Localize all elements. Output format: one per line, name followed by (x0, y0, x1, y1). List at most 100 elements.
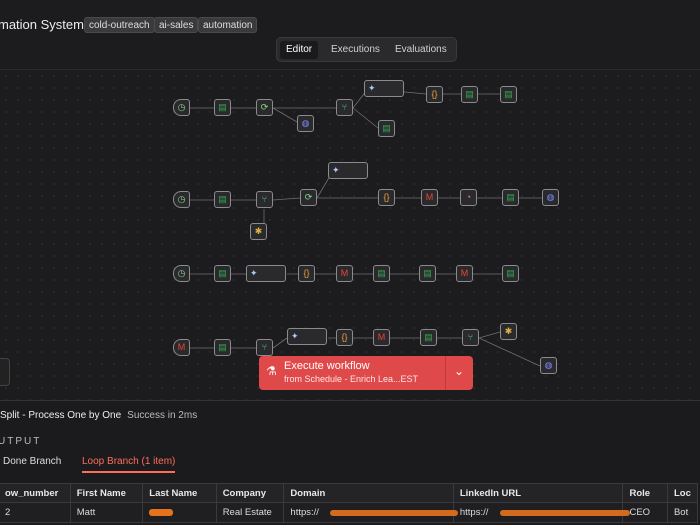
sheets-icon: ▤ (377, 268, 386, 278)
sheets-icon: ▤ (506, 192, 515, 202)
connection-wires (190, 89, 542, 367)
cell-location: Bot (666, 502, 699, 523)
sheets-node[interactable]: ▤ (378, 120, 395, 137)
schedule-trigger-node[interactable]: ◷ (173, 99, 190, 116)
tab-executions[interactable]: Executions (325, 41, 386, 59)
ai-message-node[interactable]: ✦ (287, 328, 327, 345)
ai-message-node[interactable]: ✦ (246, 265, 286, 282)
gmail-node[interactable]: M (421, 189, 438, 206)
tab-loop-branch[interactable]: Loop Branch (1 item) (82, 456, 176, 473)
sheets-node[interactable]: ▤ (502, 265, 519, 282)
code-node[interactable]: {} (378, 189, 395, 206)
globe-icon: ◍ (544, 360, 553, 370)
sheets-node[interactable]: ▤ (214, 265, 231, 282)
sheets-icon: ▤ (424, 332, 433, 342)
tag-cold-outreach[interactable]: cold-outreach (84, 17, 155, 33)
slack-node[interactable]: ✱ (250, 223, 267, 240)
schedule-trigger-node[interactable]: ◷ (173, 265, 190, 282)
wait-icon: ◔ (465, 192, 472, 202)
wait-node[interactable]: ◔ (460, 189, 477, 206)
domain-redaction-mark (330, 510, 458, 516)
sheets-node[interactable]: ▤ (420, 329, 437, 346)
top-bar: mation System cold-outreach ai-sales aut… (0, 0, 700, 70)
if-node[interactable]: ⑂ (256, 191, 273, 208)
canvas-side-handle[interactable] (0, 358, 10, 386)
ai-message-node[interactable]: ✦ (328, 162, 368, 179)
chevron-down-icon[interactable]: ⌄ (454, 364, 464, 378)
sheets-icon: ▤ (465, 89, 474, 99)
gmail-icon: M (177, 342, 186, 352)
clock-icon: ◷ (177, 194, 186, 204)
split-node[interactable]: ⟳ (300, 189, 317, 206)
button-divider (445, 356, 446, 390)
http-node[interactable]: ◍ (297, 115, 314, 132)
split-node[interactable]: ⟳ (256, 99, 273, 116)
sheets-icon: ▤ (504, 89, 513, 99)
sheets-node[interactable]: ▤ (500, 86, 517, 103)
sheets-node[interactable]: ▤ (502, 189, 519, 206)
col-row-number: ow_number (0, 483, 71, 503)
tag-automation[interactable]: automation (198, 17, 258, 33)
gmail-node[interactable]: M (336, 265, 353, 282)
sheets-icon: ▤ (382, 123, 391, 133)
col-role: Role (622, 483, 668, 503)
ai-message-node[interactable]: ✦ (364, 80, 404, 97)
col-last-name: Last Name (142, 483, 217, 503)
gmail-node[interactable]: M (373, 329, 390, 346)
branch-icon: ⑂ (341, 102, 348, 112)
branch-icon: ⑂ (467, 332, 474, 342)
gmail-icon: M (425, 192, 434, 202)
col-first-name: First Name (69, 483, 144, 503)
code-node[interactable]: {} (426, 86, 443, 103)
sheets-icon: ▤ (218, 102, 227, 112)
sheets-icon: ▤ (218, 268, 227, 278)
http-node[interactable]: ◍ (540, 357, 557, 374)
code-icon: {} (383, 192, 390, 202)
schedule-trigger-node[interactable]: ◷ (173, 191, 190, 208)
loop-icon: ⟳ (304, 192, 313, 202)
sparkle-icon: ✦ (250, 268, 258, 278)
tab-evaluations[interactable]: Evaluations (389, 41, 453, 59)
slack-node[interactable]: ✱ (500, 323, 517, 340)
run-status: Success in 2ms (127, 410, 198, 421)
cell-row-number: 2 (0, 502, 71, 523)
sheets-icon: ▤ (506, 268, 515, 278)
slack-icon: ✱ (254, 226, 263, 236)
col-domain: Domain (283, 483, 454, 503)
output-heading: UTPUT (0, 436, 42, 447)
tag-ai-sales[interactable]: ai-sales (154, 17, 199, 33)
http-node[interactable]: ◍ (542, 189, 559, 206)
if-node[interactable]: ⑂ (256, 339, 273, 356)
sheets-node[interactable]: ▤ (419, 265, 436, 282)
sheets-node[interactable]: ▤ (214, 191, 231, 208)
code-node[interactable]: {} (298, 265, 315, 282)
globe-icon: ◍ (301, 118, 310, 128)
if-node[interactable]: ⑂ (462, 329, 479, 346)
gmail-icon: M (460, 268, 469, 278)
sparkle-icon: ✦ (291, 331, 299, 341)
clock-icon: ◷ (177, 102, 186, 112)
clock-icon: ◷ (177, 268, 186, 278)
gmail-node[interactable]: M (456, 265, 473, 282)
gmail-trigger-node[interactable]: M (173, 339, 190, 356)
if-node[interactable]: ⑂ (336, 99, 353, 116)
sheets-node[interactable]: ▤ (214, 339, 231, 356)
workflow-title[interactable]: mation System (0, 17, 84, 32)
cell-first-name: Matt (69, 502, 144, 523)
branch-icon: ⑂ (261, 342, 268, 352)
code-node[interactable]: {} (336, 329, 353, 346)
sheets-icon: ▤ (218, 342, 227, 352)
execute-workflow-button[interactable]: ⚗ Execute workflow from Schedule - Enric… (259, 356, 473, 390)
tab-editor[interactable]: Editor (280, 41, 319, 59)
tab-done-branch[interactable]: Done Branch (3, 456, 61, 467)
sparkle-icon: ✦ (368, 83, 376, 93)
sheets-node[interactable]: ▤ (373, 265, 390, 282)
sheets-node[interactable]: ▤ (214, 99, 231, 116)
redaction-mark (149, 508, 174, 516)
loop-icon: ⟳ (260, 102, 269, 112)
code-icon: {} (431, 89, 438, 99)
node-name: Split - Process One by One (0, 410, 122, 421)
sheets-icon: ▤ (423, 268, 432, 278)
sheets-node[interactable]: ▤ (461, 86, 478, 103)
workflow-canvas[interactable]: ◷ ▤ ⟳ ◍ ⑂ ✦ ▤ {} ▤ ▤ ◷ ▤ ⑂ ✱ ⟳ ✦ {} M ◔ … (0, 70, 700, 400)
